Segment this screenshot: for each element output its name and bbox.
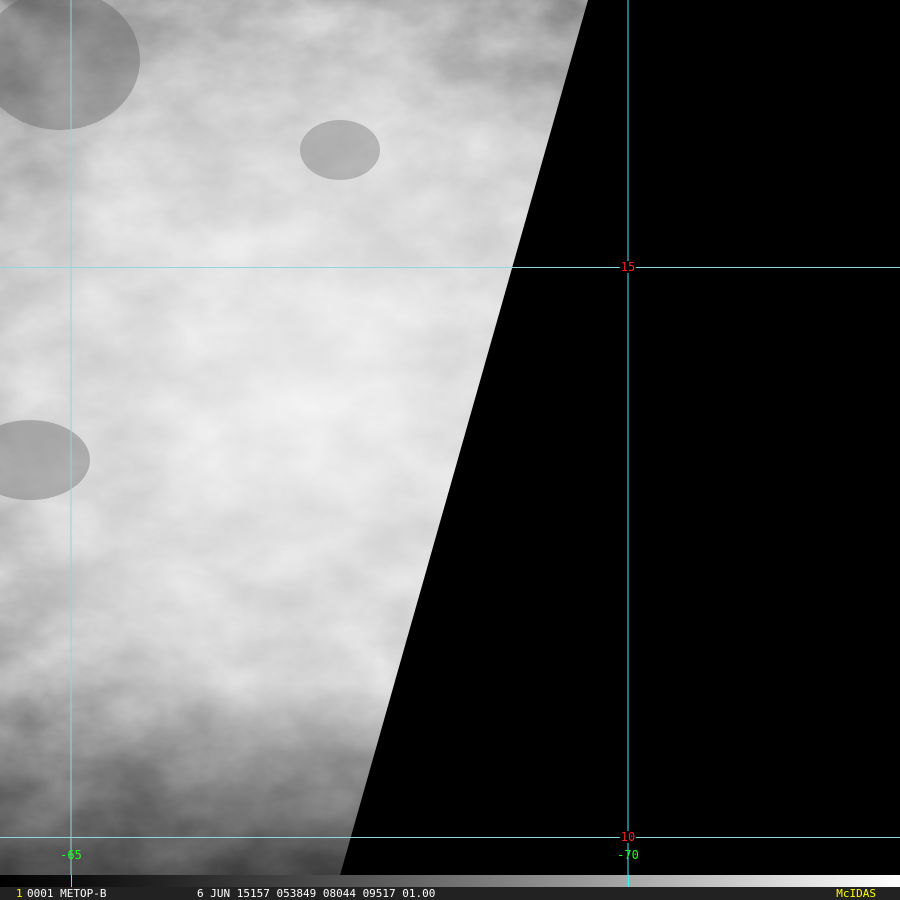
- grayscale-colorbar: [0, 875, 900, 887]
- lat-label-15: 15: [619, 260, 637, 274]
- lat-label-10: 10: [619, 830, 637, 844]
- mcidas-brand: McIDAS: [836, 887, 876, 900]
- lon-line-70-extension: [628, 875, 629, 887]
- frame-number: 1: [16, 887, 23, 900]
- satellite-image: [0, 0, 900, 875]
- lon-line-65-extension: [71, 875, 72, 887]
- lon-label-70: -70: [617, 848, 639, 862]
- satellite-viewer: 15 10 -65 -70 1 0001 METOP-B 6 JUN 15157…: [0, 0, 900, 900]
- image-info: 6 JUN 15157 053849 08044 09517 01.00: [197, 887, 436, 900]
- status-bar: 1 0001 METOP-B 6 JUN 15157 053849 08044 …: [0, 887, 900, 900]
- lon-label-65: -65: [60, 848, 82, 862]
- image-area: 15 10 -65 -70: [0, 0, 900, 875]
- satellite-name: 0001 METOP-B: [27, 887, 107, 900]
